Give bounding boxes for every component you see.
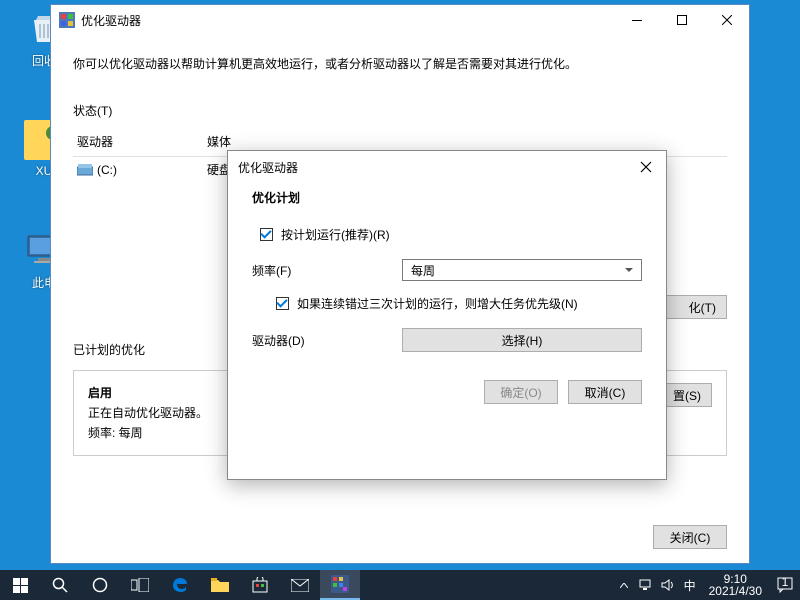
search-button[interactable]	[40, 570, 80, 600]
priority-label: 如果连续错过三次计划的运行，则增大任务优先级(N)	[297, 295, 578, 312]
mail-button[interactable]	[280, 570, 320, 600]
explorer-button[interactable]	[200, 570, 240, 600]
drive-name: (C:)	[97, 163, 117, 177]
date-text: 2021/4/30	[709, 585, 762, 597]
volume-icon[interactable]	[657, 570, 679, 600]
clock[interactable]: 9:10 2021/4/30	[701, 573, 770, 597]
frequency-select[interactable]: 每周	[402, 259, 642, 281]
ime-indicator[interactable]: 中	[679, 570, 701, 600]
defrag-app-button[interactable]	[320, 570, 360, 600]
cortana-button[interactable]	[80, 570, 120, 600]
action-center-button[interactable]: 1	[770, 570, 800, 600]
minimize-button[interactable]	[614, 5, 659, 35]
svg-text:1: 1	[782, 577, 789, 589]
start-button[interactable]	[0, 570, 40, 600]
priority-checkbox[interactable]	[276, 297, 289, 310]
dialog-close-button[interactable]	[636, 157, 656, 177]
drives-label: 驱动器(D)	[252, 332, 402, 349]
dialog-heading: 优化计划	[252, 189, 642, 206]
store-button[interactable]	[240, 570, 280, 600]
network-icon[interactable]	[635, 570, 657, 600]
window-title: 优化驱动器	[81, 12, 614, 29]
schedule-dialog: 优化驱动器 优化计划 按计划运行(推荐)(R) 频率(F) 每周 如果连续错过三…	[227, 150, 667, 480]
cancel-button[interactable]: 取消(C)	[568, 380, 642, 404]
close-button[interactable]	[704, 5, 749, 35]
taskbar: 中 9:10 2021/4/30 1	[0, 570, 800, 600]
edge-button[interactable]	[160, 570, 200, 600]
dialog-title: 优化驱动器	[238, 159, 298, 176]
col-drive: 驱动器	[77, 133, 207, 150]
drive-icon	[77, 164, 93, 176]
tray-overflow-icon[interactable]	[613, 570, 635, 600]
status-label: 状态(T)	[73, 102, 727, 119]
schedule-desc: 正在自动优化驱动器。	[88, 403, 208, 423]
intro-text: 你可以优化驱动器以帮助计算机更高效地运行，或者分析驱动器以了解是否需要对其进行优…	[73, 55, 727, 72]
choose-drives-button[interactable]: 选择(H)	[402, 328, 642, 352]
titlebar: 优化驱动器	[51, 5, 749, 35]
run-on-schedule-checkbox[interactable]	[260, 228, 273, 241]
dialog-titlebar: 优化驱动器	[228, 151, 666, 183]
schedule-status: 启用	[88, 383, 208, 403]
ok-button[interactable]: 确定(O)	[484, 380, 558, 404]
schedule-freq: 频率: 每周	[88, 423, 208, 443]
task-view-button[interactable]	[120, 570, 160, 600]
maximize-button[interactable]	[659, 5, 704, 35]
system-tray: 中 9:10 2021/4/30 1	[613, 570, 800, 600]
col-media: 媒体	[207, 133, 231, 150]
run-on-schedule-label: 按计划运行(推荐)(R)	[281, 226, 390, 243]
frequency-label: 频率(F)	[252, 262, 402, 279]
close-window-button[interactable]: 关闭(C)	[653, 525, 727, 549]
app-icon	[59, 12, 75, 28]
